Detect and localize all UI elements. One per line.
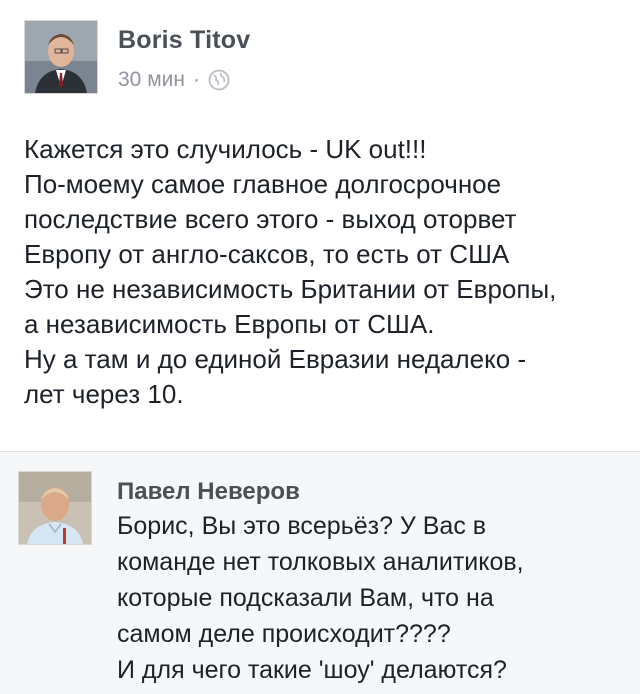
comment-line: И для чего такие 'шоу' делаются? xyxy=(117,656,507,684)
comment-text: Борис, Вы это всерьёз? У Вас в команде н… xyxy=(117,508,632,688)
post-line: а независимость Европы от США. xyxy=(24,309,435,339)
comment-line: команде нет толковых аналитиков, xyxy=(117,548,524,576)
comments-section: Павел Неверов Борис, Вы это всерьёз? У В… xyxy=(0,451,640,694)
post-line: последствие всего этого - выход оторвет xyxy=(24,204,517,234)
commenter-name[interactable]: Павел Неверов xyxy=(117,478,300,506)
post-meta: 30 мин · xyxy=(118,68,230,92)
meta-separator: · xyxy=(192,68,200,91)
comment-line: которые подсказали Вам, что на xyxy=(117,584,494,612)
comment-line: Борис, Вы это всерьёз? У Вас в xyxy=(117,512,487,540)
post-line: Кажется это случилось - UK out!!! xyxy=(24,134,427,164)
post-line: Это не независимость Британии от Европы, xyxy=(24,274,557,304)
post-line: Европу от англо-саксов, то есть от США xyxy=(24,239,510,269)
author-name[interactable]: Boris Titov xyxy=(118,26,250,55)
post-line: Ну а там и до единой Евразии недалеко - xyxy=(24,344,527,374)
author-avatar[interactable] xyxy=(24,20,98,94)
globe-icon[interactable] xyxy=(208,69,230,91)
post-line: По-моему самое главное долгосрочное xyxy=(24,169,502,199)
post-line: лет через 10. xyxy=(24,379,184,409)
comment-line: самом деле происходит???? xyxy=(117,620,451,648)
post: Boris Titov 30 мин · Кажется это случило… xyxy=(0,0,640,450)
post-text: Кажется это случилось - UK out!!! По-мое… xyxy=(24,132,624,412)
post-time[interactable]: 30 мин xyxy=(118,68,185,92)
commenter-avatar[interactable] xyxy=(18,471,92,545)
